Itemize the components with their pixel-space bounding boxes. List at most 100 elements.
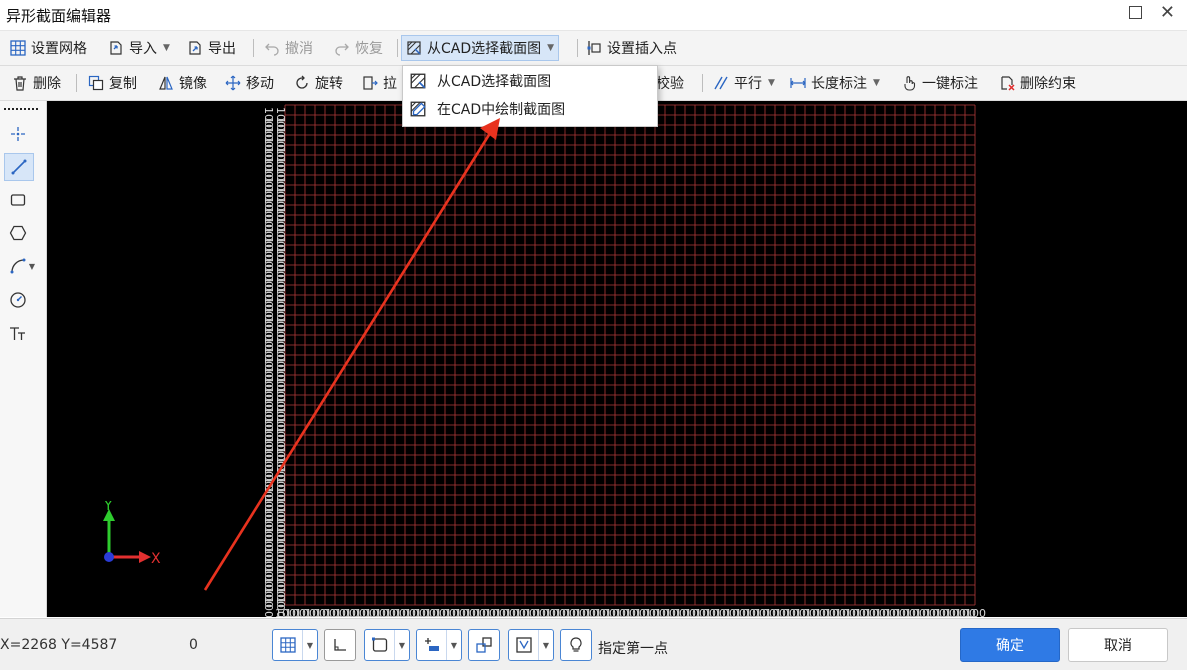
point-icon xyxy=(11,127,25,141)
delete-button[interactable]: 删除 xyxy=(12,71,61,95)
ok-button[interactable]: 确定 xyxy=(960,628,1060,662)
circle-tool-button[interactable] xyxy=(4,287,32,313)
arc-tool-button[interactable]: ▼ xyxy=(4,253,40,279)
toolbar-divider xyxy=(253,39,254,57)
import-button[interactable]: 导入 ▼ xyxy=(108,36,170,60)
length-dimension-label: 长度标注 xyxy=(811,76,867,92)
insert-point-icon xyxy=(587,41,601,55)
cad-draw-icon xyxy=(410,101,426,117)
move-icon xyxy=(225,75,241,91)
rectangle-tool-button[interactable] xyxy=(4,187,32,213)
stretch-label: 拉 xyxy=(383,76,397,92)
status-bar: X=2268 Y=4587 0 ▼ ▼ ▼ ▼ 指定第一点 确定 取消 xyxy=(0,618,1187,670)
delete-constraint-button[interactable]: 删除约束 xyxy=(999,71,1076,95)
cad-section-icon xyxy=(410,73,426,89)
dimension-icon xyxy=(790,78,806,88)
mirror-label: 镜像 xyxy=(179,76,207,92)
constraint-toggle-button[interactable]: ▼ xyxy=(508,629,554,661)
one-key-dimension-label: 一键标注 xyxy=(922,76,978,92)
point-tool-button[interactable] xyxy=(4,121,32,147)
ortho-toggle-button[interactable] xyxy=(324,629,356,661)
cad-section-icon xyxy=(407,41,421,55)
stretch-button[interactable]: 拉 xyxy=(362,71,397,95)
export-button[interactable]: 导出 xyxy=(187,36,236,60)
undo-icon xyxy=(265,43,279,56)
polygon-tool-button[interactable] xyxy=(4,220,32,246)
one-key-dimension-button[interactable]: 一键标注 xyxy=(901,71,978,95)
trash-icon xyxy=(14,76,26,91)
chevron-down-icon[interactable]: ▼ xyxy=(29,262,35,271)
set-insert-point-button[interactable]: 设置插入点 xyxy=(586,36,677,60)
grid-icon xyxy=(10,40,26,56)
text-tool-button[interactable] xyxy=(4,321,32,347)
add-dimension-icon xyxy=(424,638,439,651)
arc-icon xyxy=(10,258,26,274)
set-grid-button[interactable]: 设置网格 xyxy=(10,36,87,60)
y-tick-label: 100 xyxy=(262,597,275,617)
chevron-down-icon[interactable]: ▼ xyxy=(768,78,775,88)
redo-label: 恢复 xyxy=(355,41,383,57)
export-icon xyxy=(189,41,201,55)
close-button[interactable]: ✕ xyxy=(1160,2,1175,24)
select-from-cad-label: 从CAD选择截面图 xyxy=(427,41,542,57)
delete-constraint-label: 删除约束 xyxy=(1020,76,1076,92)
redo-icon xyxy=(335,43,349,56)
delete-label: 删除 xyxy=(33,76,61,92)
parallel-icon xyxy=(714,76,728,90)
set-grid-label: 设置网格 xyxy=(31,41,87,57)
axis-y-label: Y xyxy=(103,501,113,514)
delete-constraint-icon xyxy=(1001,76,1015,91)
length-dimension-button[interactable]: 长度标注 ▼ xyxy=(790,71,880,95)
maximize-button[interactable] xyxy=(1129,6,1142,19)
chevron-down-icon[interactable]: ▼ xyxy=(394,630,409,660)
select-from-cad-button[interactable]: 从CAD选择截面图 ▼ xyxy=(401,35,560,61)
x-tick-label: 100 xyxy=(965,607,986,617)
layout-toggle-button[interactable] xyxy=(468,629,500,661)
constraint-icon xyxy=(515,637,532,653)
line-tool-button[interactable] xyxy=(4,153,34,181)
hand-pointer-icon xyxy=(904,76,916,91)
chevron-down-icon[interactable]: ▼ xyxy=(446,630,461,660)
dropdown-item-select-from-cad[interactable]: 从CAD选择截面图 xyxy=(409,69,551,93)
stretch-icon xyxy=(363,76,378,90)
redo-button[interactable]: 恢复 xyxy=(334,36,383,60)
move-label: 移动 xyxy=(246,76,274,92)
chevron-down-icon[interactable]: ▼ xyxy=(873,78,880,88)
mirror-button[interactable]: 镜像 xyxy=(158,71,207,95)
axis-indicator: Y X xyxy=(103,501,161,567)
chevron-down-icon[interactable]: ▼ xyxy=(302,630,317,660)
toolbar-divider xyxy=(702,74,703,92)
check-label: 校验 xyxy=(656,76,684,92)
sidebar-grip[interactable] xyxy=(4,108,38,110)
grid-layer: 100 100100 100100 100100 100100 100100 100100 1… xyxy=(262,104,986,617)
grid-toggle-button[interactable]: ▼ xyxy=(272,629,318,661)
grid-lines xyxy=(284,104,976,606)
hint-toggle-button[interactable] xyxy=(560,629,592,661)
chevron-down-icon[interactable]: ▼ xyxy=(538,630,553,660)
dimension-toggle-button[interactable]: ▼ xyxy=(416,629,462,661)
gauge-icon xyxy=(10,292,26,308)
lightbulb-icon xyxy=(570,637,582,652)
undo-label: 撤消 xyxy=(285,41,313,57)
drawing-canvas[interactable]: 100 100 100 100 100 100 100 100 100 100 100 100 100 1… xyxy=(47,101,1187,617)
cancel-button[interactable]: 取消 xyxy=(1068,628,1168,662)
set-insert-point-label: 设置插入点 xyxy=(607,41,677,57)
rotate-button[interactable]: 旋转 xyxy=(294,71,343,95)
parallel-button[interactable]: 平行 ▼ xyxy=(713,71,775,95)
copy-icon xyxy=(88,75,104,91)
check-button[interactable]: 校验 xyxy=(656,71,684,95)
cursor-coordinates: X=2268 Y=4587 xyxy=(0,637,118,653)
snap-toggle-button[interactable]: ▼ xyxy=(364,629,410,661)
chevron-down-icon[interactable]: ▼ xyxy=(547,43,554,53)
copy-button[interactable]: 复制 xyxy=(88,71,137,95)
chevron-down-icon[interactable]: ▼ xyxy=(163,43,170,53)
hexagon-icon xyxy=(9,225,27,241)
dropdown-item-label: 从CAD选择截面图 xyxy=(437,74,552,90)
parallel-label: 平行 xyxy=(734,76,762,92)
dropdown-item-draw-in-cad[interactable]: 在CAD中绘制截面图 xyxy=(409,97,565,121)
rectangle-icon xyxy=(10,194,26,206)
move-button[interactable]: 移动 xyxy=(225,71,274,95)
undo-button[interactable]: 撤消 xyxy=(264,36,313,60)
toolbar-divider xyxy=(76,74,77,92)
import-label: 导入 xyxy=(129,41,157,57)
